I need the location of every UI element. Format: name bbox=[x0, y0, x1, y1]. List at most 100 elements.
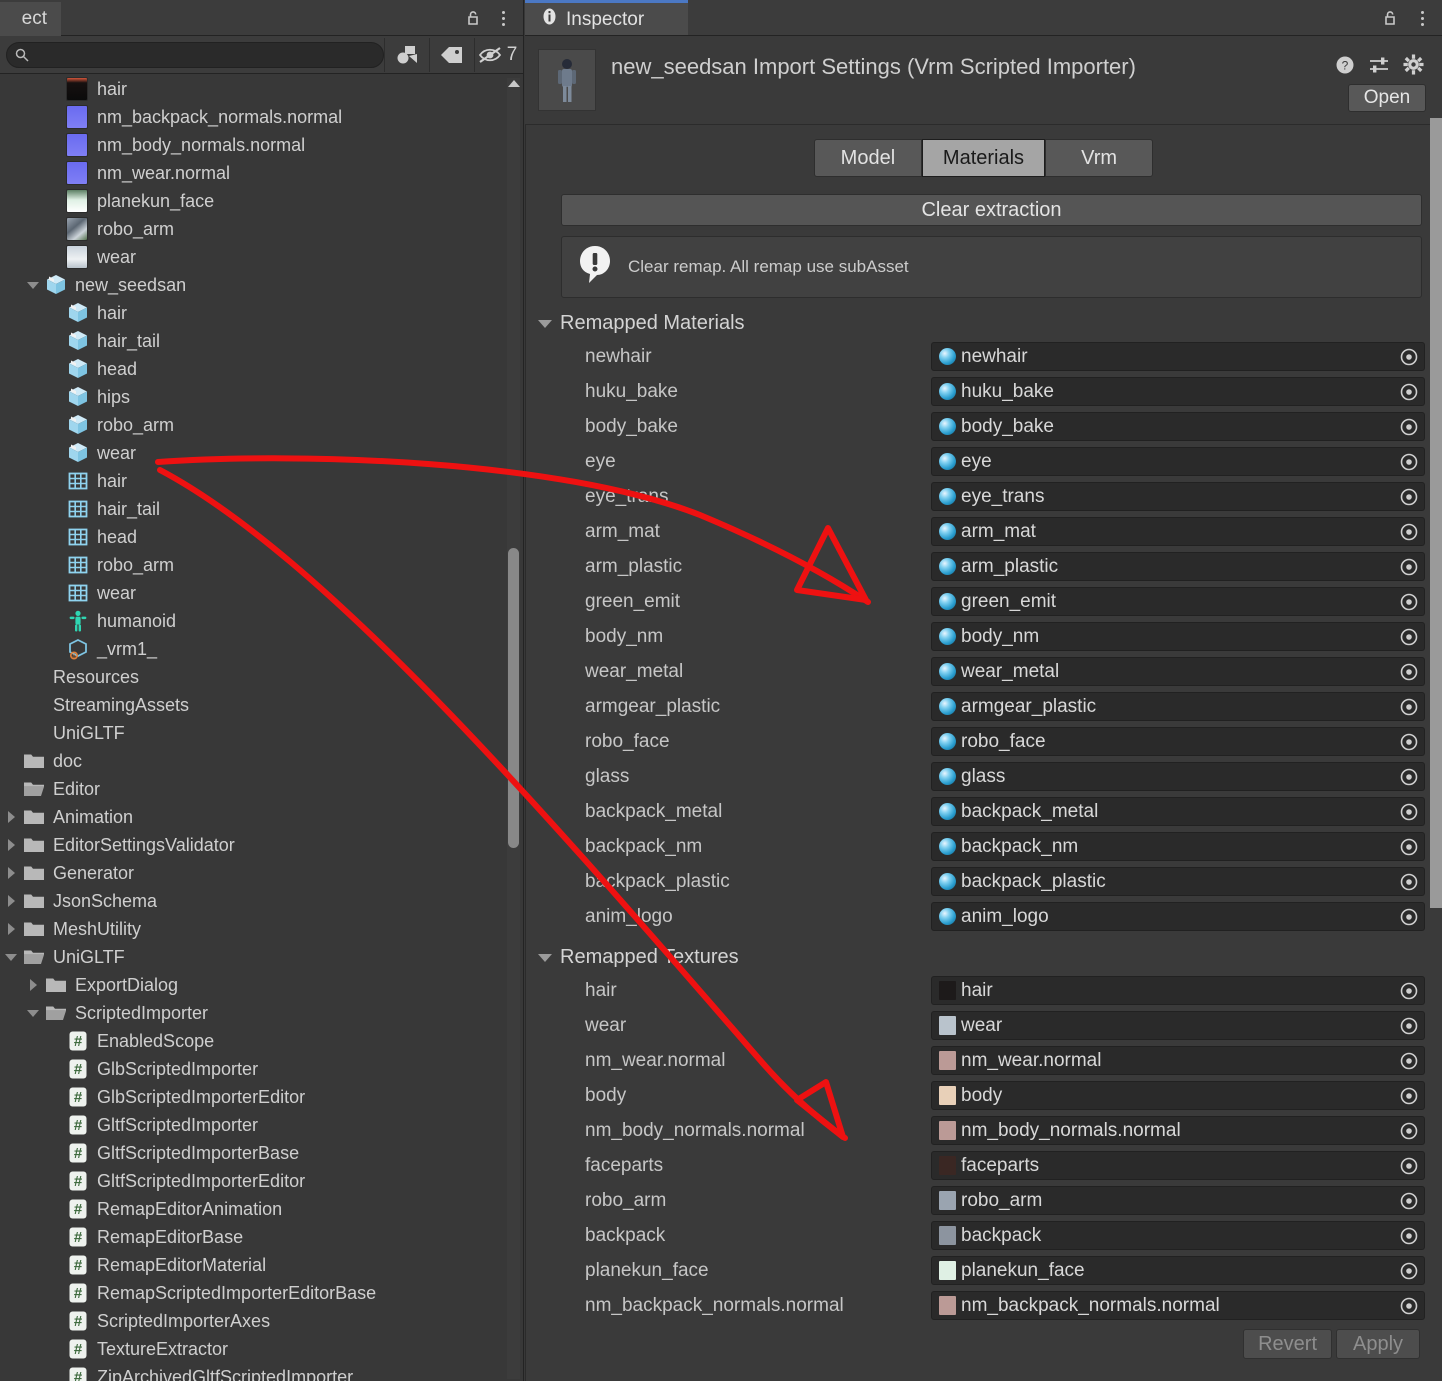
tree-item[interactable]: hair_tail bbox=[0, 327, 523, 355]
tab-project[interactable]: ect bbox=[0, 0, 61, 36]
object-picker-icon[interactable] bbox=[1398, 626, 1420, 648]
object-picker-icon[interactable] bbox=[1398, 381, 1420, 403]
apply-button[interactable]: Apply bbox=[1336, 1329, 1420, 1359]
remapped-materials-header[interactable]: Remapped Materials bbox=[538, 312, 1442, 335]
search-input-wrapper[interactable] bbox=[6, 41, 384, 68]
chevron-right-icon[interactable] bbox=[22, 971, 44, 999]
chevron-down-icon[interactable] bbox=[22, 271, 44, 299]
tree-item[interactable]: wear bbox=[0, 243, 523, 271]
chevron-down-icon[interactable] bbox=[538, 319, 552, 328]
object-field[interactable]: backpack_plastic bbox=[931, 867, 1425, 896]
tab-materials[interactable]: Materials bbox=[921, 139, 1046, 177]
tree-item[interactable]: # GltfScriptedImporterBase bbox=[0, 1139, 523, 1167]
tree-item[interactable]: # GltfScriptedImporter bbox=[0, 1111, 523, 1139]
object-field[interactable]: anim_logo bbox=[931, 902, 1425, 931]
tree-item[interactable]: # TextureExtractor bbox=[0, 1335, 523, 1363]
object-field[interactable]: armgear_plastic bbox=[931, 692, 1425, 721]
tree-item[interactable]: MeshUtility bbox=[0, 915, 523, 943]
tree-item[interactable]: EditorSettingsValidator bbox=[0, 831, 523, 859]
tree-item[interactable]: wear bbox=[0, 439, 523, 467]
object-picker-icon[interactable] bbox=[1398, 980, 1420, 1002]
object-picker-icon[interactable] bbox=[1398, 346, 1420, 368]
object-field[interactable]: nm_backpack_normals.normal bbox=[931, 1291, 1425, 1320]
object-picker-icon[interactable] bbox=[1398, 836, 1420, 858]
tree-item[interactable]: ExportDialog bbox=[0, 971, 523, 999]
object-field[interactable]: nm_body_normals.normal bbox=[931, 1116, 1425, 1145]
chevron-right-icon[interactable] bbox=[0, 887, 22, 915]
object-picker-icon[interactable] bbox=[1398, 731, 1420, 753]
object-field[interactable]: backpack_nm bbox=[931, 832, 1425, 861]
object-field[interactable]: wear_metal bbox=[931, 657, 1425, 686]
object-field[interactable]: planekun_face bbox=[931, 1256, 1425, 1285]
object-picker-icon[interactable] bbox=[1398, 801, 1420, 823]
tree-item[interactable]: {} _vrm1_ bbox=[0, 635, 523, 663]
object-field[interactable]: eye bbox=[931, 447, 1425, 476]
tree-item[interactable]: wear bbox=[0, 579, 523, 607]
object-picker-icon[interactable] bbox=[1398, 661, 1420, 683]
object-field[interactable]: wear bbox=[931, 1011, 1425, 1040]
object-picker-icon[interactable] bbox=[1398, 1225, 1420, 1247]
tree-item[interactable]: ScriptedImporter bbox=[0, 999, 523, 1027]
object-picker-icon[interactable] bbox=[1398, 1155, 1420, 1177]
object-picker-icon[interactable] bbox=[1398, 1295, 1420, 1317]
tree-item[interactable]: head bbox=[0, 355, 523, 383]
object-picker-icon[interactable] bbox=[1398, 696, 1420, 718]
kebab-menu-icon[interactable] bbox=[495, 6, 511, 30]
object-picker-icon[interactable] bbox=[1398, 766, 1420, 788]
object-picker-icon[interactable] bbox=[1398, 416, 1420, 438]
project-tree[interactable]: hair nm_backpack_normals.normal nm_body_no… bbox=[0, 75, 523, 1381]
tree-item[interactable]: new_seedsan bbox=[0, 271, 523, 299]
tree-item[interactable]: # RemapEditorMaterial bbox=[0, 1251, 523, 1279]
help-icon[interactable]: ? bbox=[1335, 55, 1355, 80]
tree-item[interactable]: Editor bbox=[0, 775, 523, 803]
tree-item[interactable]: # RemapScriptedImporterEditorBase bbox=[0, 1279, 523, 1307]
object-field[interactable]: body bbox=[931, 1081, 1425, 1110]
object-picker-icon[interactable] bbox=[1398, 451, 1420, 473]
object-picker-icon[interactable] bbox=[1398, 556, 1420, 578]
chevron-down-icon[interactable] bbox=[22, 999, 44, 1027]
scroll-up-arrow-icon[interactable] bbox=[508, 80, 520, 87]
inspector-kebab-menu-icon[interactable] bbox=[1414, 6, 1430, 30]
object-field[interactable]: backpack bbox=[931, 1221, 1425, 1250]
clear-extraction-button[interactable]: Clear extraction bbox=[561, 194, 1422, 226]
lock-icon[interactable] bbox=[463, 8, 483, 28]
object-field[interactable]: faceparts bbox=[931, 1151, 1425, 1180]
tree-item[interactable]: # ScriptedImporterAxes bbox=[0, 1307, 523, 1335]
tree-item[interactable]: hair_tail bbox=[0, 495, 523, 523]
tree-item[interactable]: robo_arm bbox=[0, 215, 523, 243]
tree-item[interactable]: # RemapEditorBase bbox=[0, 1223, 523, 1251]
chevron-right-icon[interactable] bbox=[0, 831, 22, 859]
tab-inspector[interactable]: Inspector bbox=[525, 0, 688, 36]
open-button[interactable]: Open bbox=[1348, 84, 1426, 112]
object-field[interactable]: huku_bake bbox=[931, 377, 1425, 406]
object-picker-icon[interactable] bbox=[1398, 521, 1420, 543]
object-picker-icon[interactable] bbox=[1398, 1050, 1420, 1072]
tab-vrm[interactable]: Vrm bbox=[1045, 139, 1154, 177]
type-filter-icon[interactable] bbox=[384, 37, 429, 72]
object-field[interactable]: eye_trans bbox=[931, 482, 1425, 511]
object-picker-icon[interactable] bbox=[1398, 1085, 1420, 1107]
tree-item[interactable]: humanoid bbox=[0, 607, 523, 635]
project-scrollbar[interactable] bbox=[507, 78, 520, 1379]
tree-item[interactable]: Animation bbox=[0, 803, 523, 831]
tree-item[interactable]: UniGLTF bbox=[0, 943, 523, 971]
inspector-scrollbar[interactable] bbox=[1430, 40, 1442, 1381]
tree-item[interactable]: # GlbScriptedImporter bbox=[0, 1055, 523, 1083]
project-scroll-thumb[interactable] bbox=[508, 548, 519, 848]
object-field[interactable]: arm_plastic bbox=[931, 552, 1425, 581]
tree-item[interactable]: hair bbox=[0, 299, 523, 327]
label-filter-icon[interactable] bbox=[429, 37, 474, 72]
chevron-right-icon[interactable] bbox=[0, 915, 22, 943]
object-picker-icon[interactable] bbox=[1398, 591, 1420, 613]
tree-item[interactable]: # ZipArchivedGltfScriptedImporter bbox=[0, 1363, 523, 1381]
tree-item[interactable]: doc bbox=[0, 747, 523, 775]
object-picker-icon[interactable] bbox=[1398, 1260, 1420, 1282]
object-picker-icon[interactable] bbox=[1398, 486, 1420, 508]
tree-item[interactable]: JsonSchema bbox=[0, 887, 523, 915]
object-picker-icon[interactable] bbox=[1398, 1190, 1420, 1212]
tree-item[interactable]: # RemapEditorAnimation bbox=[0, 1195, 523, 1223]
hidden-items-icon[interactable]: 7 bbox=[474, 37, 519, 72]
object-picker-icon[interactable] bbox=[1398, 906, 1420, 928]
tree-item[interactable]: hair bbox=[0, 467, 523, 495]
object-field[interactable]: hair bbox=[931, 976, 1425, 1005]
